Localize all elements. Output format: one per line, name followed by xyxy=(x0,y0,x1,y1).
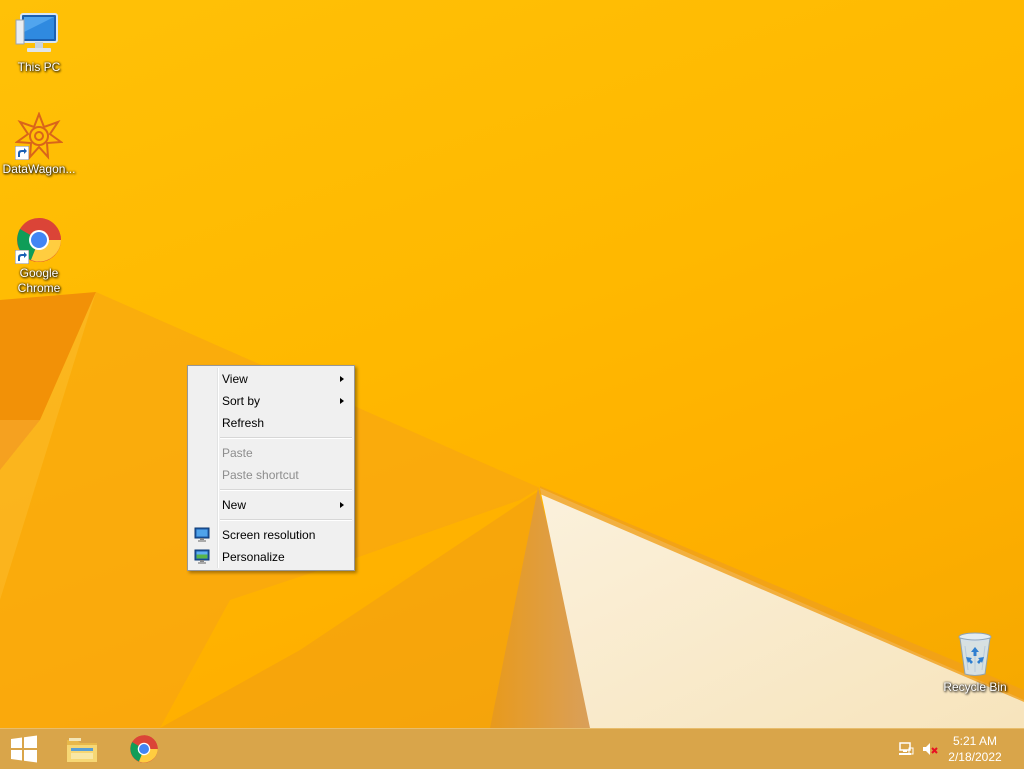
taskbar-clock[interactable]: 5:21 AM 2/18/2022 xyxy=(940,733,1010,765)
menu-separator xyxy=(220,489,352,491)
menu-item-paste-shortcut[interactable]: Paste shortcut xyxy=(188,464,354,486)
desktop-icon-this-pc[interactable]: This PC xyxy=(1,10,77,75)
menu-item-label: New xyxy=(222,498,247,512)
network-icon[interactable] xyxy=(898,741,914,757)
menu-separator xyxy=(220,437,352,439)
menu-item-label: Paste shortcut xyxy=(222,468,299,482)
chrome-icon xyxy=(15,216,63,264)
submenu-arrow-icon xyxy=(340,398,344,404)
menu-item-label: Refresh xyxy=(222,416,265,430)
file-explorer-icon xyxy=(67,738,97,762)
desktop[interactable]: This PC DataWagon... Google Chrome Recyc… xyxy=(0,0,1024,728)
desktop-icon-datawagon[interactable]: DataWagon... xyxy=(1,111,77,177)
menu-item-label: Screen resolution xyxy=(222,528,316,542)
menu-item-label: Paste xyxy=(222,446,253,460)
chrome-icon xyxy=(130,735,158,763)
menu-item-label: View xyxy=(222,372,248,386)
menu-item-paste[interactable]: Paste xyxy=(188,442,354,464)
desktop-icon-recycle-bin[interactable]: Recycle Bin xyxy=(937,630,1013,695)
menu-separator xyxy=(220,519,352,521)
taskbar-file-explorer[interactable] xyxy=(54,729,110,769)
datawagon-icon xyxy=(14,111,64,160)
menu-item-new[interactable]: New xyxy=(188,494,354,516)
desktop-icon-label: DataWagon... xyxy=(2,162,76,176)
menu-item-label: Personalize xyxy=(222,550,285,564)
shortcut-arrow-icon xyxy=(15,250,29,264)
submenu-arrow-icon xyxy=(340,502,344,508)
taskbar-chrome[interactable] xyxy=(116,729,172,769)
shortcut-arrow-icon xyxy=(15,146,29,160)
desktop-icon-label: Recycle Bin xyxy=(943,680,1007,694)
desktop-icon-google-chrome[interactable]: Google Chrome xyxy=(1,216,77,296)
desktop-icon-label: This PC xyxy=(17,60,61,74)
start-button[interactable] xyxy=(0,729,48,769)
menu-item-sort-by[interactable]: Sort by xyxy=(188,390,354,412)
menu-item-label: Sort by xyxy=(222,394,261,408)
volume-muted-icon[interactable] xyxy=(922,741,938,757)
clock-time: 5:21 AM xyxy=(952,734,998,748)
clock-date: 2/18/2022 xyxy=(948,750,1002,764)
wallpaper xyxy=(0,292,1024,728)
menu-item-refresh[interactable]: Refresh xyxy=(188,412,354,434)
submenu-arrow-icon xyxy=(340,376,344,382)
desktop-icon-label: Google Chrome xyxy=(17,266,61,295)
menu-item-screen-resolution[interactable]: Screen resolution xyxy=(188,524,354,546)
menu-item-view[interactable]: View xyxy=(188,368,354,390)
this-pc-icon xyxy=(15,10,63,58)
desktop-context-menu: View Sort by Refresh Paste Paste shortcu… xyxy=(187,365,355,571)
screen-resolution-icon xyxy=(194,527,210,542)
personalize-icon xyxy=(194,549,210,564)
windows-start-icon xyxy=(11,735,37,763)
recycle-bin-icon xyxy=(951,630,999,678)
taskbar: 5:21 AM 2/18/2022 xyxy=(0,728,1024,769)
menu-item-personalize[interactable]: Personalize xyxy=(188,546,354,568)
